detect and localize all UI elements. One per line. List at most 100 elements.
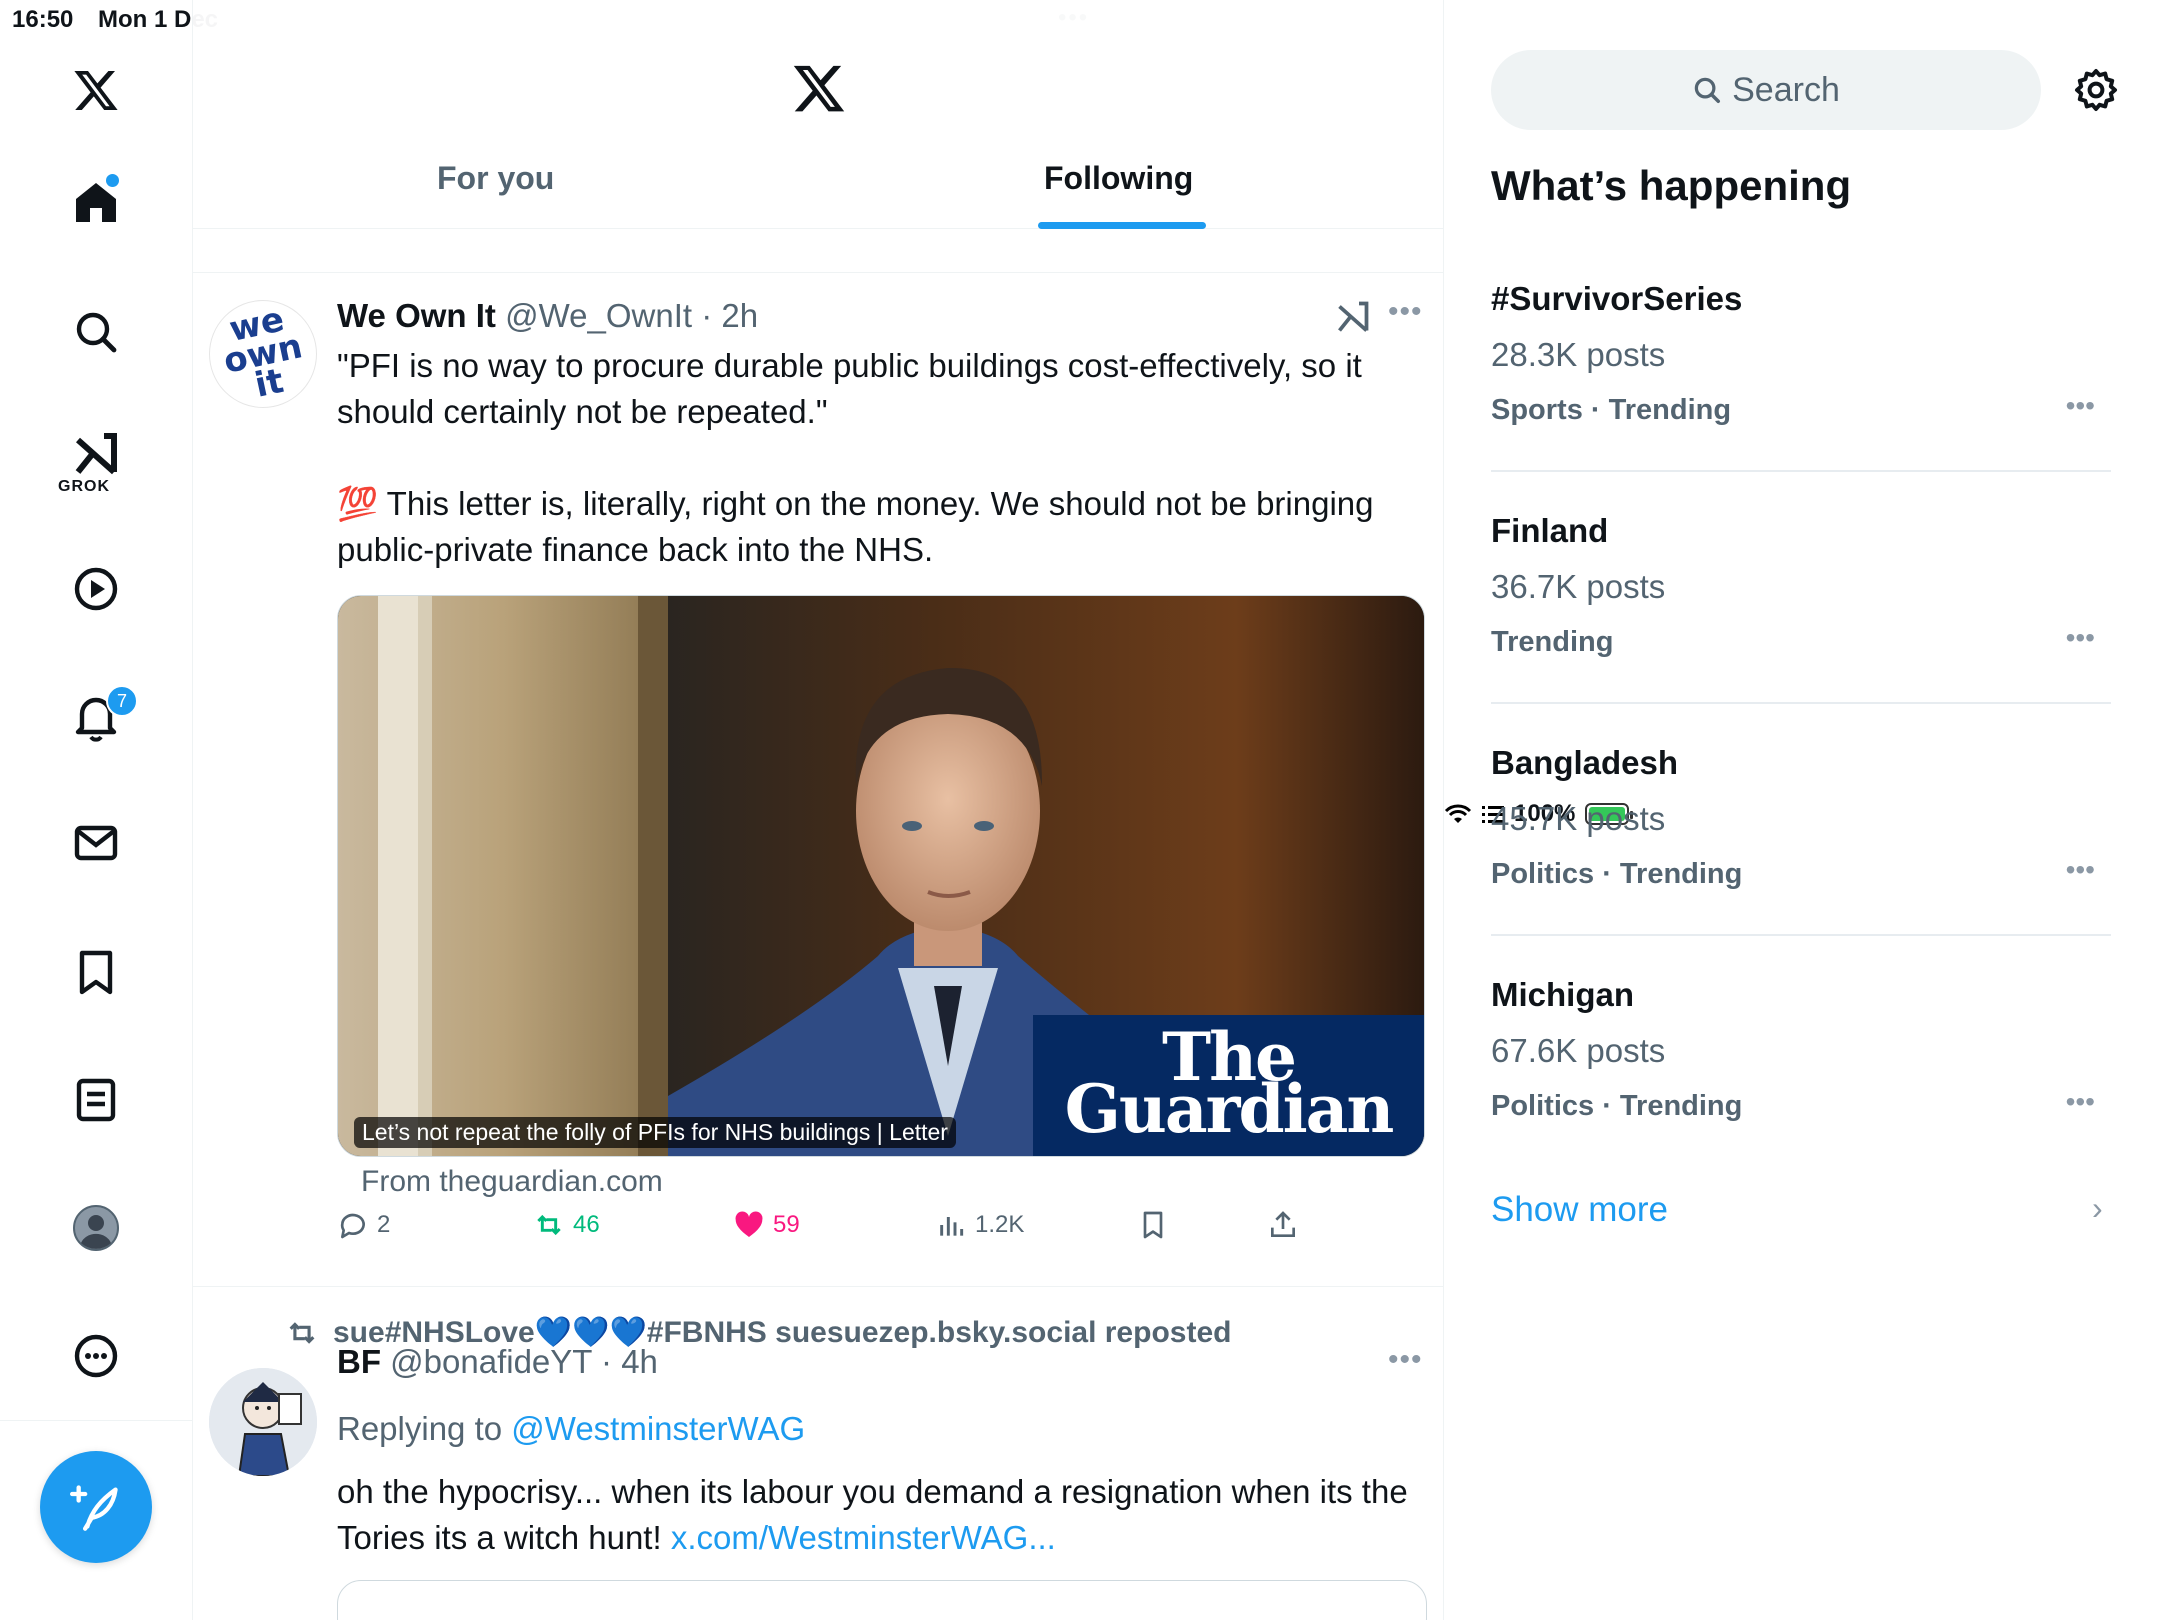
reply-icon [340, 1213, 365, 1239]
search-placeholder: Search [1732, 70, 1840, 109]
lists-icon[interactable] [64, 1068, 128, 1132]
x-logo-icon[interactable] [64, 58, 128, 122]
author-name[interactable]: BF [337, 1343, 381, 1380]
post-more-icon[interactable]: ••• [1388, 295, 1423, 329]
author-handle[interactable]: @We_OwnIt [505, 297, 692, 334]
like-count: 59 [773, 1211, 800, 1238]
trend-name: Finland [1491, 512, 1609, 549]
compose-button[interactable] [40, 1451, 152, 1563]
author-avatar[interactable] [209, 1368, 317, 1476]
repost-count: 46 [573, 1211, 600, 1238]
trend-divider [1491, 702, 2111, 704]
previous-post-actions [193, 228, 1443, 273]
left-nav: GROK 7 [0, 0, 193, 1620]
timeline-column: For you Following we own it We Own It @W… [193, 0, 1444, 1620]
notifications-badge: 7 [106, 685, 138, 717]
trend-more-icon[interactable]: ••• [2066, 390, 2095, 422]
card-source[interactable]: From theguardian.com [361, 1165, 663, 1199]
compose-feather-icon [70, 1485, 118, 1531]
timeline-header: For you Following [193, 0, 1443, 229]
trend-name: Michigan [1491, 976, 1635, 1013]
post-header: BF @bonafideYT · 4h [337, 1343, 658, 1381]
cartoon-avatar-image [209, 1368, 317, 1476]
trend-divider [1491, 470, 2111, 472]
search-icon [1694, 77, 1721, 103]
trend-divider [1491, 934, 2111, 936]
bookmark-icon [1143, 1211, 1163, 1239]
nav-divider [0, 1420, 192, 1421]
video-icon[interactable] [64, 557, 128, 621]
chevron-right-icon: › [2092, 1190, 2103, 1226]
trend-item[interactable]: Michigan 67.6K posts Politics · Trending… [1491, 976, 2111, 1208]
trend-name: Bangladesh [1491, 744, 1679, 781]
guardian-logo-text: The Guardian [1064, 1018, 1395, 1148]
share-button[interactable] [1267, 1209, 1299, 1241]
grok-explain-icon[interactable] [1335, 299, 1371, 335]
trend-posts: 45.7K posts [1491, 800, 1666, 837]
share-icon [1271, 1211, 1295, 1237]
reply-count: 2 [377, 1211, 391, 1238]
x-logo-icon[interactable] [791, 60, 847, 116]
tab-for-you[interactable]: For you [437, 160, 554, 197]
post-link[interactable]: x.com/WestminsterWAG... [671, 1519, 1056, 1556]
views-chart-icon [940, 1217, 964, 1236]
trend-category: Sports · Trending [1491, 394, 1732, 426]
author-name[interactable]: We Own It [337, 297, 496, 334]
tab-following[interactable]: Following [1044, 160, 1193, 197]
more-options-icon[interactable] [64, 1324, 128, 1388]
whats-happening-title: What’s happening [1491, 162, 1852, 209]
views-count: 1.2K [975, 1211, 1025, 1238]
trend-posts: 67.6K posts [1491, 1032, 1666, 1069]
card-caption: Let’s not repeat the folly of PFIs for N… [354, 1117, 956, 1148]
search-input[interactable]: Search [1491, 50, 2041, 130]
bookmark-button[interactable] [1137, 1209, 1169, 1241]
repost-icon [289, 1321, 315, 1344]
repost-button[interactable]: 46 [533, 1209, 600, 1241]
trend-posts: 36.7K posts [1491, 568, 1666, 605]
trend-item[interactable]: #SurvivorSeries 28.3K posts Sports · Tre… [1491, 280, 2111, 512]
show-more-link[interactable]: Show more [1491, 1190, 1668, 1230]
profile-avatar[interactable] [64, 1196, 128, 1260]
post-text: oh the hypocrisy... when its labour you … [337, 1469, 1417, 1561]
post[interactable]: we own it We Own It @We_OwnIt · 2h ••• "… [193, 273, 1443, 1287]
quoted-post[interactable] [337, 1580, 1427, 1620]
right-sidebar: Search What’s happening #SurvivorSeries … [1444, 0, 2160, 1620]
trend-item[interactable]: Finland 36.7K posts Trending ••• [1491, 512, 2111, 744]
post-text: "PFI is no way to procure durable public… [337, 347, 1362, 430]
gear-icon[interactable] [2072, 66, 2120, 114]
trend-more-icon[interactable]: ••• [2066, 854, 2095, 886]
trend-category: Politics · Trending [1491, 858, 1743, 890]
author-handle[interactable]: @bonafideYT [390, 1343, 592, 1380]
avatar-logo-text: we own it [220, 300, 306, 406]
author-avatar[interactable]: we own it [209, 300, 317, 408]
post-text-2: 💯 This letter is, literally, right on th… [337, 481, 1417, 573]
replying-to: Replying to @WestminsterWAG [337, 1410, 805, 1448]
replying-to-link[interactable]: @WestminsterWAG [511, 1410, 805, 1447]
messages-icon[interactable] [64, 811, 128, 875]
guardian-logo: The Guardian [1033, 1015, 1424, 1156]
hundred-emoji: 💯 [337, 485, 379, 522]
post-more-icon[interactable]: ••• [1388, 1343, 1423, 1377]
bookmarks-icon[interactable] [64, 940, 128, 1004]
views-button[interactable]: 1.2K [935, 1209, 1024, 1241]
post-actions: 2 46 59 1.2K [337, 1209, 1417, 1269]
trend-category: Politics · Trending [1491, 1090, 1743, 1122]
trend-more-icon[interactable]: ••• [2066, 1086, 2095, 1118]
tab-selected-indicator [1038, 222, 1206, 229]
link-card-image[interactable]: Let’s not repeat the folly of PFIs for N… [337, 595, 1425, 1157]
post-time[interactable]: · 4h [601, 1343, 658, 1380]
post-header: We Own It @We_OwnIt · 2h [337, 297, 758, 335]
grok-icon[interactable] [64, 422, 128, 486]
post-time[interactable]: · 2h [701, 297, 758, 334]
trend-item[interactable]: Bangladesh 45.7K posts Politics · Trendi… [1491, 744, 2111, 976]
post[interactable]: sue#NHSLove💙💙💙#FBNHS suesuezep.bsky.soci… [193, 1287, 1443, 1620]
search-icon[interactable] [64, 300, 128, 364]
trend-posts: 28.3K posts [1491, 336, 1666, 373]
like-button[interactable]: 59 [733, 1209, 800, 1241]
reply-button[interactable]: 2 [337, 1209, 390, 1241]
heart-icon [735, 1211, 763, 1237]
grok-label: GROK [58, 478, 110, 495]
trend-category: Trending [1491, 626, 1614, 658]
trend-name: #SurvivorSeries [1491, 280, 1743, 317]
trend-more-icon[interactable]: ••• [2066, 622, 2095, 654]
